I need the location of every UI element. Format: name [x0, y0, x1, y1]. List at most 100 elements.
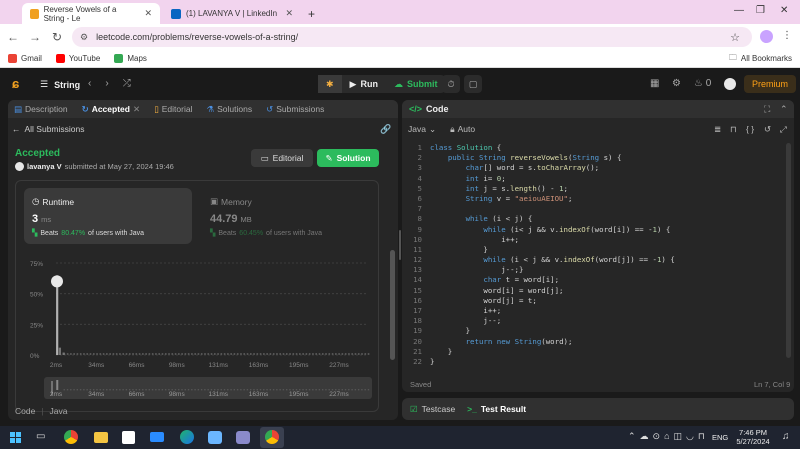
system-tray-icons[interactable]: ⌃☁⊙⌂◫◡⊓ — [628, 431, 709, 442]
code-line[interactable]: 8 while (i < j) { — [402, 214, 784, 224]
notes-icon[interactable]: ▢ — [464, 75, 482, 93]
runtime-distribution-chart[interactable]: 75% 50% 25% 0% 2ms 34ms 66ms 98ms 131ms 163ms 195m… — [16, 253, 380, 413]
code-line[interactable]: 3 char[] word = s.toCharArray(); — [402, 163, 784, 173]
notification-icon[interactable]: ♫ — [782, 431, 790, 442]
code-line[interactable]: 2 public String reverseVowels(String s) … — [402, 153, 784, 163]
code-line[interactable]: 12 while (i < j && v.indexOf(word[j]) ==… — [402, 255, 784, 265]
code-line[interactable]: 4 int i= 0; — [402, 174, 784, 184]
tab-editorial[interactable]: ▯ Editorial — [154, 104, 192, 115]
address-bar[interactable]: ⚙ leetcode.com/problems/reverse-vowels-o… — [72, 27, 752, 47]
format-icon[interactable]: ≣ — [714, 124, 721, 135]
next-problem-icon[interactable]: › — [105, 78, 108, 89]
auto-mode[interactable]: 🔒︎ Auto — [450, 124, 475, 135]
close-tab-icon[interactable]: ✕ — [285, 8, 293, 19]
code-line[interactable]: 11 } — [402, 245, 784, 255]
code-line[interactable]: 9 while (i< j && v.indexOf(word[i]) == -… — [402, 225, 784, 235]
file-explorer-icon[interactable] — [94, 432, 108, 443]
browser-menu-icon[interactable]: ⋮ — [782, 30, 792, 41]
minimize-icon[interactable]: — — [734, 5, 744, 16]
close-tab-icon[interactable]: ✕ — [133, 104, 140, 115]
problem-list-button[interactable]: ☰ String — [40, 79, 80, 90]
tab-test-result[interactable]: >_ Test Result — [467, 404, 526, 414]
clock[interactable]: 7:46 PM 5/27/2024 — [736, 428, 770, 446]
site-info-icon[interactable]: ⚙ — [80, 32, 88, 43]
highlight-marker[interactable] — [51, 275, 63, 288]
all-submissions-link[interactable]: ← All Submissions — [12, 124, 85, 134]
code-line[interactable]: 16 word[j] = t; — [402, 296, 784, 306]
app-icon[interactable] — [208, 431, 222, 444]
app-icon[interactable] — [236, 431, 250, 444]
bookmark-icon[interactable]: ⊓ — [730, 124, 737, 135]
collapse-icon[interactable]: ⌃ — [780, 104, 788, 115]
user-avatar[interactable] — [15, 162, 24, 171]
forward-icon[interactable]: → — [24, 30, 46, 44]
code-line[interactable]: 17 i++; — [402, 306, 784, 316]
code-line[interactable]: 6 String v = "aeiouAEIOU"; — [402, 194, 784, 204]
memory-card[interactable]: ▣ Memory 44.79 MB ▚ Beats 60.45% of users wit… — [202, 188, 370, 244]
code-line[interactable]: 20 return new String(word); — [402, 337, 784, 347]
shuffle-icon[interactable]: ⤮ — [123, 78, 131, 89]
code-line[interactable]: 13 j--;} — [402, 265, 784, 275]
profile-avatar[interactable] — [760, 30, 773, 43]
bookmark-star-icon[interactable]: ☆ — [730, 31, 740, 44]
code-line[interactable]: 7 — [402, 204, 784, 214]
left-scrollbar[interactable] — [390, 250, 395, 360]
tab-linkedin[interactable]: (1) LAVANYA V | LinkedIn ✕ — [163, 3, 301, 24]
reset-icon[interactable]: ↺ — [764, 124, 771, 135]
edge-icon[interactable] — [180, 430, 194, 444]
tab-accepted[interactable]: ↻ Accepted ✕ — [82, 104, 141, 115]
runtime-card[interactable]: ◷ Runtime 3 ms ▚ Beats 80.47% of users with J… — [24, 188, 192, 244]
prev-problem-icon[interactable]: ‹ — [88, 78, 91, 89]
editorial-button[interactable]: ▭ Editorial — [251, 149, 313, 167]
premium-button[interactable]: Premium — [744, 75, 797, 93]
layout-icon[interactable]: ▦ — [650, 78, 659, 89]
windows-start-icon[interactable] — [10, 432, 21, 443]
tab-solutions[interactable]: ⚗ Solutions — [206, 104, 252, 115]
restore-icon[interactable]: ❐ — [756, 5, 765, 16]
code-line[interactable]: 10 i++; — [402, 235, 784, 245]
tab-submissions[interactable]: ↺ Submissions — [266, 104, 324, 115]
editor-scrollbar[interactable] — [786, 143, 791, 358]
solution-button[interactable]: ✎ Solution — [317, 149, 379, 167]
fullscreen-icon[interactable]: ⛶ — [764, 104, 770, 115]
code-line[interactable]: 14 char t = word[i]; — [402, 275, 784, 285]
language-indicator[interactable]: ENG — [712, 433, 728, 442]
tab-testcase[interactable]: ☑ Testcase — [410, 404, 455, 415]
code-area[interactable]: 1 class Solution {2 public String reverse… — [402, 143, 784, 367]
expand-icon[interactable]: ⤢ — [780, 124, 787, 135]
task-view-icon[interactable]: ▭ — [36, 431, 45, 442]
store-icon[interactable] — [122, 431, 135, 444]
submit-button[interactable]: ☁ Submit — [386, 75, 446, 93]
code-line[interactable]: 15 word[i] = word[j]; — [402, 286, 784, 296]
bookmark-maps[interactable]: Maps — [114, 54, 147, 63]
settings-gear-icon[interactable]: ⚙ — [672, 78, 681, 89]
code-line[interactable]: 5 int j = s.length() - 1; — [402, 184, 784, 194]
debug-button[interactable]: ✱ — [318, 75, 342, 93]
code-line[interactable]: 22} — [402, 357, 784, 367]
reload-icon[interactable]: ↻ — [46, 30, 68, 44]
bookmark-youtube[interactable]: YouTube — [55, 54, 100, 63]
user-avatar[interactable] — [724, 78, 736, 90]
code-line[interactable]: 1 class Solution { — [402, 143, 784, 153]
new-tab-button[interactable]: + — [300, 3, 323, 24]
tab-description[interactable]: ▤ Description — [14, 104, 68, 115]
tab-reverse-vowels[interactable]: Reverse Vowels of a String - Le ✕ — [22, 3, 160, 24]
timer-icon[interactable]: ⏱ — [442, 75, 460, 93]
code-line[interactable]: 21 } — [402, 347, 784, 357]
code-line[interactable]: 19 } — [402, 326, 784, 336]
all-bookmarks[interactable]: 🗀 All Bookmarks — [729, 52, 792, 66]
run-button[interactable]: ▶ Run — [342, 75, 386, 93]
streak-counter[interactable]: ♨ 0 — [694, 78, 711, 89]
chrome-icon[interactable] — [64, 430, 78, 444]
back-icon[interactable]: ← — [2, 30, 24, 44]
language-select[interactable]: Java ⌄ — [408, 124, 436, 135]
leetcode-logo-icon[interactable]: ɕ — [12, 76, 19, 91]
chrome-active-icon[interactable] — [260, 427, 284, 448]
panel-splitter[interactable] — [399, 230, 401, 260]
code-line[interactable]: 18 j--; — [402, 316, 784, 326]
share-link-icon[interactable]: 🔗 — [380, 124, 391, 135]
username-link[interactable]: lavanya V — [27, 162, 62, 171]
mail-icon[interactable] — [150, 432, 164, 442]
braces-icon[interactable]: { } — [746, 124, 754, 134]
bookmark-gmail[interactable]: Gmail — [8, 54, 42, 63]
